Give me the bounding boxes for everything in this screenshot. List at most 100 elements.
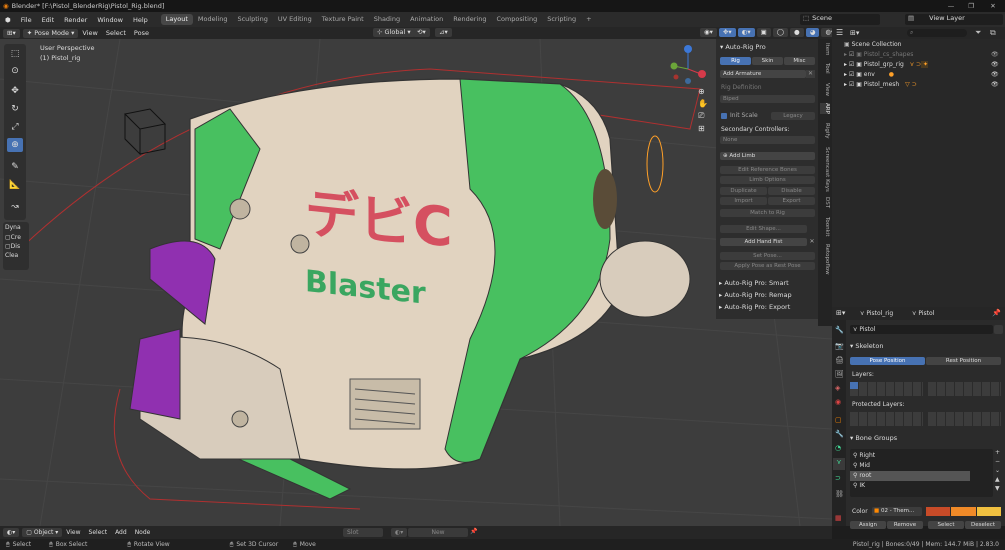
- remove-hand-fist-icon[interactable]: ✕: [808, 238, 816, 246]
- tab-texture-paint[interactable]: Texture Paint: [317, 14, 369, 25]
- sidebar-tab-screencast[interactable]: Screencast Keys: [820, 147, 830, 192]
- menu-chevron-icon[interactable]: ⌄: [995, 467, 1000, 474]
- remove-icon[interactable]: −: [995, 458, 1000, 465]
- menu-pose[interactable]: Pose: [130, 29, 153, 37]
- rotate-icon[interactable]: ↻: [7, 102, 23, 116]
- filter-icon[interactable]: ⏷: [975, 28, 981, 38]
- object-mode-select[interactable]: ▢ Object ▾: [22, 528, 63, 537]
- secondary-controllers-select[interactable]: None: [720, 136, 815, 144]
- tab-rendering[interactable]: Rendering: [448, 14, 491, 25]
- duplicate-button[interactable]: Duplicate: [720, 187, 767, 195]
- color-set-select[interactable]: ■ 02 - Them...: [872, 507, 922, 516]
- remove-button[interactable]: Remove: [887, 521, 923, 529]
- new-collection-icon[interactable]: ⧉: [990, 28, 996, 38]
- navigation-gizmo[interactable]: [670, 45, 707, 84]
- assign-button[interactable]: Assign: [850, 521, 886, 529]
- tool-tab-icon[interactable]: 🔧: [835, 326, 844, 334]
- pan-hand-icon[interactable]: ✋: [698, 99, 708, 108]
- overlay-icon[interactable]: ◐▾: [737, 28, 755, 37]
- texture-tab-icon[interactable]: ▦: [835, 514, 842, 522]
- mode-selector[interactable]: ✦ Pose Mode ▾: [22, 28, 79, 38]
- scene-selector[interactable]: ⬚ Scene: [800, 14, 880, 25]
- dyna-clear[interactable]: Clea: [3, 251, 29, 260]
- object-tab-icon[interactable]: ▢: [835, 416, 842, 424]
- smart-subpanel[interactable]: ▸ Auto-Rig Pro: Smart: [719, 279, 789, 287]
- view-layer-selector[interactable]: ▤ View Layer: [905, 14, 1003, 25]
- tab-compositing[interactable]: Compositing: [491, 14, 542, 25]
- measure-icon[interactable]: 📐: [7, 178, 23, 192]
- editor-type-button[interactable]: ⊞▾: [3, 28, 20, 38]
- rest-position-button[interactable]: Rest Position: [926, 357, 1001, 365]
- grid-perspective-icon[interactable]: ⊞: [698, 124, 708, 133]
- pin-icon[interactable]: 📌: [992, 309, 1001, 317]
- menu-add[interactable]: Add: [111, 529, 131, 536]
- disable-button[interactable]: Disable: [768, 187, 815, 195]
- sidebar-tab-rigify[interactable]: Rigify: [820, 123, 830, 138]
- outliner-type-icon[interactable]: ☰: [836, 28, 843, 37]
- move-icon[interactable]: ✥: [7, 84, 23, 98]
- editor-type-button[interactable]: ◐▾: [3, 528, 20, 537]
- scene-tab-icon[interactable]: ◈: [835, 384, 840, 392]
- deselect-button[interactable]: Deselect: [965, 521, 1001, 529]
- normal-color-swatch[interactable]: [926, 507, 951, 516]
- init-scale-checkbox[interactable]: [721, 113, 727, 119]
- new-material-button[interactable]: New: [408, 528, 468, 537]
- sidebar-tab-item[interactable]: Item: [820, 43, 830, 56]
- material-shading-icon[interactable]: ◕: [805, 28, 820, 37]
- visibility-icon[interactable]: ◉▾: [700, 28, 717, 37]
- tab-sculpting[interactable]: Sculpting: [232, 14, 272, 25]
- scale-icon[interactable]: ⤢: [7, 120, 23, 134]
- eye-icon[interactable]: 👁: [991, 80, 999, 90]
- apply-pose-button[interactable]: Apply Pose as Rest Pose: [720, 262, 815, 270]
- modifier-tab-icon[interactable]: 🔧: [835, 430, 844, 438]
- sidebar-tab-tool[interactable]: Tool: [820, 63, 830, 74]
- gizmo-icon[interactable]: ✥▾: [718, 28, 736, 37]
- blender-menu-icon[interactable]: ⬢: [0, 16, 16, 24]
- bone-tab-icon[interactable]: ⊃: [835, 474, 841, 482]
- add-workspace-button[interactable]: +: [581, 14, 596, 25]
- edit-reference-bones-button[interactable]: Edit Reference Bones: [720, 166, 815, 174]
- move-down-icon[interactable]: ▼: [995, 485, 1000, 492]
- cursor-icon[interactable]: ⊙: [7, 64, 23, 78]
- edit-shape-button[interactable]: Edit Shape...: [720, 225, 807, 233]
- menu-window[interactable]: Window: [92, 16, 128, 24]
- menu-select[interactable]: Select: [102, 29, 130, 37]
- move-up-icon[interactable]: ▲: [995, 476, 1000, 483]
- fake-user-icon[interactable]: [994, 325, 1003, 334]
- constraint-tab-icon[interactable]: ⛓: [835, 490, 844, 498]
- color-swatches[interactable]: [926, 507, 1001, 516]
- menu-node[interactable]: Node: [131, 529, 155, 536]
- properties-type-icon[interactable]: ⊞▾: [836, 309, 845, 317]
- render-tab-icon[interactable]: 📷: [835, 342, 844, 350]
- armature-data-tab-icon[interactable]: ⋎: [833, 458, 845, 470]
- scene-collection-row[interactable]: ▣ Scene Collection: [832, 40, 1005, 50]
- data-name-field[interactable]: ⋎ Pistol: [850, 325, 993, 334]
- menu-edit[interactable]: Edit: [37, 16, 60, 24]
- remap-subpanel[interactable]: ▸ Auto-Rig Pro: Remap: [719, 291, 792, 299]
- menu-select[interactable]: Select: [85, 529, 112, 536]
- legacy-button[interactable]: Legacy: [771, 112, 815, 120]
- menu-render[interactable]: Render: [59, 16, 92, 24]
- tab-uv-editing[interactable]: UV Editing: [273, 14, 317, 25]
- layers-grid-left[interactable]: [850, 382, 923, 396]
- layers-grid-right[interactable]: [928, 382, 1001, 396]
- 3d-viewport[interactable]: デビC Blaster User Perspective (1) Pistol_…: [0, 39, 832, 526]
- set-pose-button[interactable]: Set Pose...: [720, 252, 815, 260]
- tab-misc[interactable]: Misc: [784, 57, 815, 65]
- physics-tab-icon[interactable]: ◔: [835, 444, 841, 452]
- dyna-display[interactable]: ▢Dis: [3, 242, 29, 251]
- select-box-icon[interactable]: ⬚: [7, 47, 23, 61]
- tab-skin[interactable]: Skin: [752, 57, 783, 65]
- export-button[interactable]: Export: [768, 197, 815, 205]
- menu-file[interactable]: File: [16, 16, 37, 24]
- eye-icon[interactable]: 👁: [991, 60, 999, 70]
- outliner-row-grp-rig[interactable]: ▸ ☑ ▣ Pistol_grp_rig ⋎ ⊃ ✦ 👁: [832, 60, 1005, 70]
- tab-rig[interactable]: Rig: [720, 57, 751, 65]
- bone-roll-icon[interactable]: ↝: [7, 200, 23, 214]
- solid-shading-icon[interactable]: ●: [790, 28, 804, 37]
- snap-icon[interactable]: ⊿▾: [435, 28, 452, 37]
- outliner-search-input[interactable]: [907, 29, 967, 37]
- skeleton-panel-header[interactable]: ▾ Skeleton: [850, 342, 883, 350]
- import-button[interactable]: Import: [720, 197, 767, 205]
- tab-animation[interactable]: Animation: [405, 14, 448, 25]
